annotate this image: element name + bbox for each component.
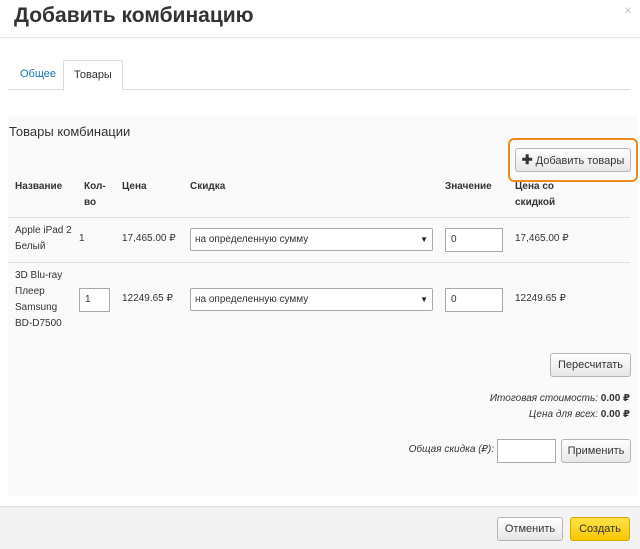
tab-bar: Общее Товары — [8, 60, 630, 91]
dialog-footer: Отменить Создать — [0, 506, 640, 549]
create-button[interactable]: Создать — [570, 517, 630, 541]
row-divider — [8, 262, 630, 263]
row2-discount-select[interactable]: на определенную сумму ▼ — [190, 288, 433, 311]
row2-qty-input[interactable]: 1 — [79, 288, 110, 312]
row2-price: 12249.65 ₽ — [122, 293, 173, 304]
row1-qty: 1 — [79, 233, 85, 244]
row2-value-input[interactable]: 0 — [445, 288, 503, 312]
cancel-button[interactable]: Отменить — [497, 517, 563, 541]
total-cost-label: Итоговая стоимость: — [489, 393, 599, 404]
row1-price: 17,465.00 ₽ — [122, 233, 176, 244]
col-header-price-discount: Цена со скидкой — [515, 181, 556, 208]
tab-products[interactable]: Товары — [63, 60, 123, 91]
price-for-all-value: 0.00 ₽ — [600, 409, 630, 420]
apply-discount-button[interactable]: Применить — [561, 439, 631, 463]
total-cost: Итоговая стоимость: 0.00 ₽ — [490, 393, 630, 404]
common-discount-input[interactable] — [497, 439, 556, 463]
col-header-price: Цена — [122, 181, 147, 192]
col-header-name: Название — [15, 181, 63, 192]
price-for-all-label: Цена для всех: — [528, 409, 599, 420]
dialog-header: Добавить комбинацию × — [0, 0, 640, 38]
row1-discount-select[interactable]: на определенную сумму ▼ — [190, 228, 433, 251]
plus-icon: ✚ — [521, 152, 533, 167]
chevron-down-icon: ▼ — [420, 295, 428, 304]
col-header-qty: Кол-во — [84, 181, 106, 208]
row2-price-discount: 12249.65 ₽ — [515, 293, 566, 304]
row1-value-input[interactable]: 0 — [445, 228, 503, 252]
row1-name: Apple iPad 2 Белый — [15, 225, 72, 252]
row1-price-discount: 17,465.00 ₽ — [515, 233, 569, 244]
col-header-value: Значение — [445, 181, 492, 192]
add-products-button[interactable]: ✚ Добавить товары — [515, 148, 631, 172]
price-for-all: Цена для всех: 0.00 ₽ — [529, 409, 630, 420]
tab-general[interactable]: Общее — [10, 60, 66, 90]
total-cost-value: 0.00 ₽ — [600, 393, 630, 404]
col-header-discount: Скидка — [190, 181, 226, 192]
row2-name: 3D Blu-ray Плеер Samsung BD-D7500 — [15, 270, 63, 329]
section-title: Товары комбинации — [9, 124, 131, 139]
close-icon[interactable]: × — [624, 2, 632, 18]
dialog-title: Добавить комбинацию — [14, 4, 254, 27]
recalculate-button[interactable]: Пересчитать — [550, 353, 631, 377]
row-divider — [8, 217, 630, 218]
common-discount-label: Общая скидка (₽): — [408, 444, 494, 455]
chevron-down-icon: ▼ — [420, 235, 428, 244]
